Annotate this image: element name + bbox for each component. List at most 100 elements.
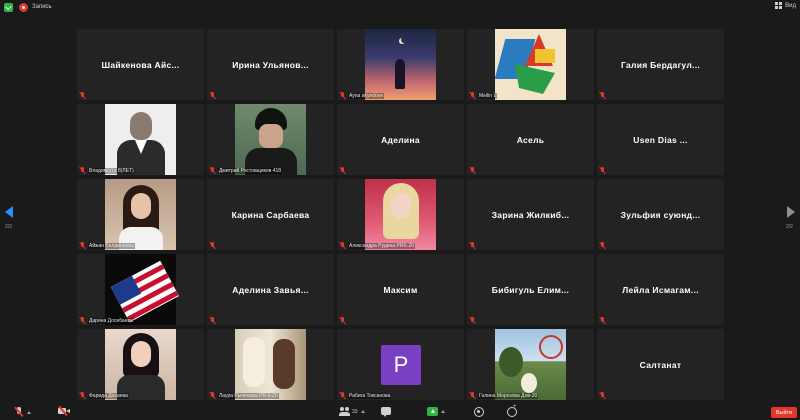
participant-tile[interactable]: Салтанат xyxy=(597,329,724,400)
participant-tile[interactable]: Лейла Исмагам... xyxy=(597,254,724,325)
participant-video xyxy=(235,329,306,400)
tile-caption xyxy=(339,167,348,174)
participant-tile[interactable]: Карина Сарбаева xyxy=(207,179,334,250)
participant-tile[interactable]: Зульфия суюнд... xyxy=(597,179,724,250)
mic-muted-icon xyxy=(599,392,606,399)
tile-caption: Александра Рудина PRK-20 xyxy=(339,242,416,249)
participant-video xyxy=(105,104,176,175)
mic-muted-icon xyxy=(599,317,606,324)
participant-tile[interactable]: Аделина xyxy=(337,104,464,175)
leave-button[interactable]: Выйти xyxy=(771,407,797,418)
participant-caption: Айжан Балдинеева xyxy=(88,242,135,249)
participant-tile[interactable]: Аделина Завья... xyxy=(207,254,334,325)
participants-count: 33 xyxy=(352,408,358,415)
participant-video xyxy=(494,29,566,100)
participant-caption: Фарида Досаева xyxy=(88,392,129,399)
tile-caption: Лаура Рыченова PR-6-20 xyxy=(209,392,279,399)
mic-muted-icon xyxy=(209,392,216,399)
mic-muted-icon xyxy=(339,167,346,174)
reactions-button[interactable] xyxy=(507,404,517,417)
participant-tile[interactable]: Ирина Ульянов... xyxy=(207,29,334,100)
record-button[interactable] xyxy=(474,407,484,417)
tile-caption xyxy=(469,242,478,249)
chevron-up-icon[interactable] xyxy=(441,410,445,413)
mic-muted-icon xyxy=(79,392,86,399)
participant-tile[interactable]: Дарина Досибаева xyxy=(77,254,204,325)
mic-muted-icon xyxy=(339,242,346,249)
tile-caption: Владим(с) к 8(ЛЕТ) xyxy=(79,167,135,174)
participant-tile[interactable]: Галина Морозова Дов-20 xyxy=(467,329,594,400)
participant-name: Лейла Исмагам... xyxy=(622,284,699,295)
participant-tile[interactable]: Шайкенова Айс... xyxy=(77,29,204,100)
mic-muted-icon xyxy=(209,242,216,249)
participant-video xyxy=(495,329,566,400)
participant-tile[interactable]: Айжан Балдинеева xyxy=(77,179,204,250)
participant-tile[interactable]: Александра Рудина PRK-20 xyxy=(337,179,464,250)
participants-icon xyxy=(339,407,350,416)
tile-caption xyxy=(339,317,348,324)
share-screen-icon xyxy=(427,407,438,416)
record-icon xyxy=(474,407,484,417)
tile-caption: Ayna akyndove xyxy=(339,92,385,99)
participant-caption: Рабига Токсанова xyxy=(348,392,392,399)
participant-video xyxy=(365,179,436,250)
participants-button[interactable]: 33 xyxy=(339,407,365,416)
mute-button[interactable] xyxy=(14,407,31,417)
participant-video xyxy=(365,29,436,100)
participant-tile[interactable]: Галия Бердагул... xyxy=(597,29,724,100)
tile-caption: Meilin L xyxy=(469,92,498,99)
security-shield-icon[interactable] xyxy=(4,2,13,12)
tile-caption xyxy=(469,317,478,324)
mic-muted-icon xyxy=(79,242,86,249)
share-screen-button[interactable] xyxy=(427,407,445,416)
participant-tile[interactable]: Дмитрий Ростовщиков 418 xyxy=(207,104,334,175)
participant-tile[interactable]: Лаура Рыченова PR-6-20 xyxy=(207,329,334,400)
microphone-muted-icon xyxy=(14,407,24,417)
avatar: P xyxy=(381,345,421,385)
mic-muted-icon xyxy=(469,167,476,174)
participant-name: Ирина Ульянов... xyxy=(232,59,309,70)
chevron-up-icon[interactable] xyxy=(360,410,365,413)
page-indicator-left: 2/2 xyxy=(5,224,12,230)
participant-caption: Лаура Рыченова PR-6-20 xyxy=(218,392,279,399)
chat-button[interactable] xyxy=(381,407,391,417)
tile-caption xyxy=(599,242,608,249)
video-off-icon xyxy=(58,405,70,417)
mic-muted-icon xyxy=(599,167,606,174)
participant-name: Салтанат xyxy=(639,359,682,370)
participant-caption: Александра Рудина PRK-20 xyxy=(348,242,416,249)
participant-name: Галия Бердагул... xyxy=(620,59,701,70)
participant-tile[interactable]: Асель xyxy=(467,104,594,175)
mic-muted-icon xyxy=(469,317,476,324)
recording-label: Запись xyxy=(32,4,52,10)
mic-muted-icon xyxy=(209,167,216,174)
participant-tile[interactable]: Usen Dias ... xyxy=(597,104,724,175)
grid-view-icon xyxy=(775,2,783,9)
recording-icon xyxy=(19,2,28,12)
previous-page-arrow-icon[interactable] xyxy=(5,206,13,218)
participant-tile[interactable]: P Рабига Токсанова xyxy=(337,329,464,400)
tile-caption xyxy=(209,317,218,324)
participant-name: Usen Dias ... xyxy=(633,134,688,145)
flag-image xyxy=(110,260,179,323)
participant-tile[interactable]: Максим xyxy=(337,254,464,325)
participant-tile[interactable]: Бибигуль Елим... xyxy=(467,254,594,325)
reactions-icon xyxy=(507,404,517,417)
page-indicator-right: 2/2 xyxy=(786,224,793,230)
participant-video xyxy=(105,254,179,325)
participant-tile[interactable]: Фарида Досаева xyxy=(77,329,204,400)
tile-caption xyxy=(599,317,608,324)
participant-tile[interactable]: Зарина Жилкиб... xyxy=(467,179,594,250)
meeting-toolbar: 33 xyxy=(0,404,800,420)
next-page-arrow-icon[interactable] xyxy=(787,206,795,218)
participant-tile[interactable]: Ayna akyndove xyxy=(337,29,464,100)
tile-caption xyxy=(209,92,218,99)
mic-muted-icon xyxy=(209,317,216,324)
tile-caption: Галина Морозова Дов-20 xyxy=(469,392,539,399)
participant-caption: Дарина Досибаева xyxy=(88,317,134,324)
view-button[interactable]: Вид xyxy=(775,2,796,9)
chevron-up-icon[interactable] xyxy=(27,410,31,414)
participant-tile[interactable]: Meilin L xyxy=(467,29,594,100)
start-video-button[interactable] xyxy=(58,405,70,417)
participant-tile[interactable]: Владим(с) к 8(ЛЕТ) xyxy=(77,104,204,175)
